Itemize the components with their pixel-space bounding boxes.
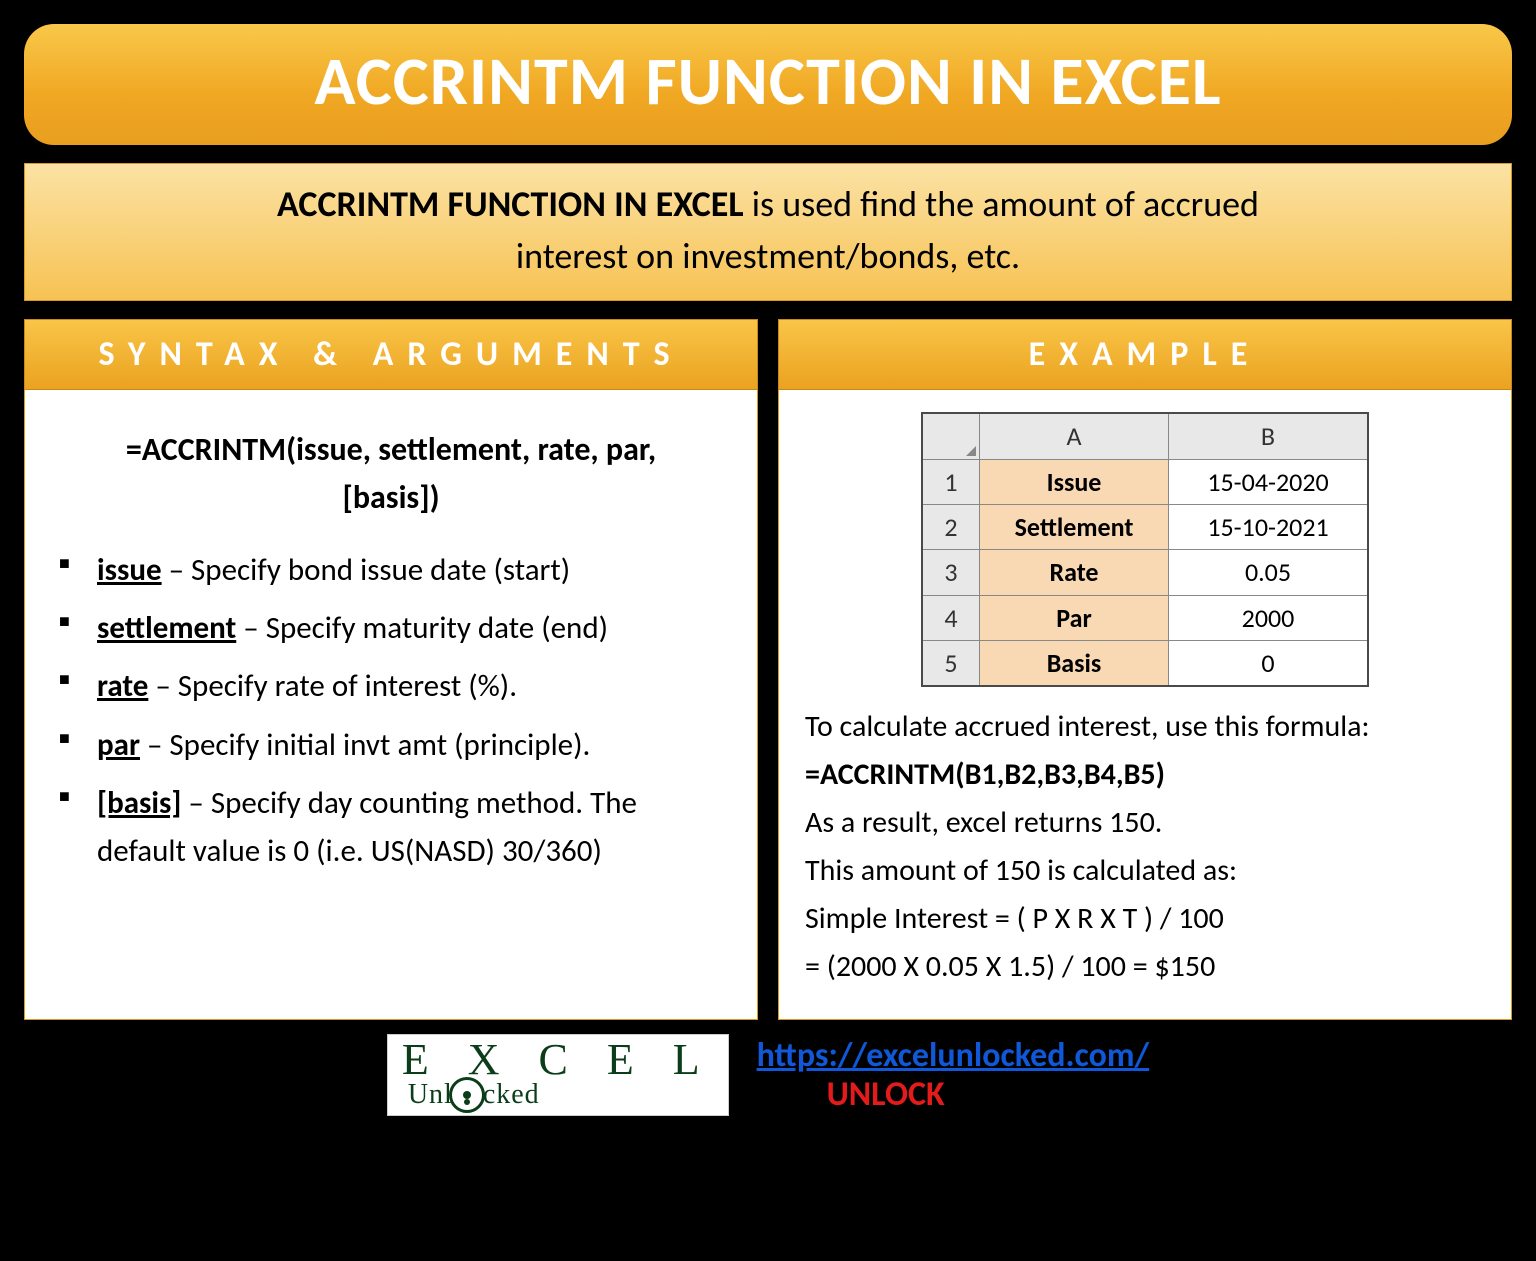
logo-top: E X C E L bbox=[402, 1039, 714, 1081]
col-b-header: B bbox=[1169, 413, 1369, 459]
arg-desc: – Specify maturity date (end) bbox=[236, 609, 608, 647]
footer-right: https://excelunlocked.com/ UNLOCK bbox=[757, 1035, 1150, 1115]
arg-par: par – Specify initial invt amt (principl… bbox=[59, 721, 731, 769]
arg-desc: – Specify bond issue date (start) bbox=[162, 551, 571, 589]
footer-link[interactable]: https://excelunlocked.com/ bbox=[757, 1035, 1150, 1076]
cell-label: Basis bbox=[980, 640, 1169, 686]
arg-rate: rate – Specify rate of interest (%). bbox=[59, 662, 731, 710]
formula-line2: [basis]) bbox=[342, 478, 439, 517]
table-row: 3 Rate 0.05 bbox=[922, 550, 1368, 595]
formula-line1: =ACCRINTM(issue, settlement, rate, par, bbox=[126, 430, 656, 469]
cell-label: Rate bbox=[980, 550, 1169, 595]
arg-basis: [basis] – Specify day counting method. T… bbox=[59, 779, 731, 875]
arguments-list: issue – Specify bond issue date (start) … bbox=[51, 546, 731, 874]
logo-top-pre: E X C bbox=[402, 1039, 582, 1081]
table-row: 4 Par 2000 bbox=[922, 595, 1368, 640]
arg-name: par bbox=[97, 726, 140, 764]
page-title: ACCRINTM FUNCTION IN EXCEL bbox=[24, 24, 1512, 145]
syntax-header: SYNTAX & ARGUMENTS bbox=[24, 319, 758, 390]
cell-label: Settlement bbox=[980, 504, 1169, 549]
table-row: 5 Basis 0 bbox=[922, 640, 1368, 686]
logo-bot-post: cked bbox=[483, 1082, 540, 1109]
infographic-frame: ACCRINTM FUNCTION IN EXCEL ACCRINTM FUNC… bbox=[0, 0, 1536, 1261]
example-p1: To calculate accrued interest, use this … bbox=[805, 703, 1485, 751]
arg-name: settlement bbox=[97, 609, 236, 647]
syntax-column: SYNTAX & ARGUMENTS =ACCRINTM(issue, sett… bbox=[24, 319, 758, 1020]
row-num: 3 bbox=[922, 550, 980, 595]
footer: E X C E L Unl cked https://excelunlocked.… bbox=[18, 1034, 1518, 1116]
example-p2: As a result, excel returns 150. bbox=[805, 799, 1485, 847]
example-p5: = (2000 X 0.05 X 1.5) / 100 = $150 bbox=[805, 943, 1485, 991]
cell-value: 0 bbox=[1169, 640, 1369, 686]
cell-label: Issue bbox=[980, 459, 1169, 504]
col-a-header: A bbox=[980, 413, 1169, 459]
logo: E X C E L Unl cked bbox=[387, 1034, 729, 1116]
syntax-body: =ACCRINTM(issue, settlement, rate, par, … bbox=[24, 390, 758, 1020]
intro-line2: interest on investment/bonds, etc. bbox=[516, 234, 1020, 278]
arg-name: [basis] bbox=[97, 784, 181, 822]
row-num: 2 bbox=[922, 504, 980, 549]
intro-strong: ACCRINTM FUNCTION IN EXCEL bbox=[277, 182, 744, 226]
columns: SYNTAX & ARGUMENTS =ACCRINTM(issue, sett… bbox=[24, 319, 1512, 1020]
syntax-formula: =ACCRINTM(issue, settlement, rate, par, … bbox=[51, 426, 731, 522]
table-header-row: A B bbox=[922, 413, 1368, 459]
example-p3: This amount of 150 is calculated as: bbox=[805, 847, 1485, 895]
cell-value: 15-10-2021 bbox=[1169, 504, 1369, 549]
cell-value: 2000 bbox=[1169, 595, 1369, 640]
arg-name: issue bbox=[97, 551, 162, 589]
logo-bottom: Unl cked bbox=[408, 1077, 540, 1113]
table-row: 2 Settlement 15-10-2021 bbox=[922, 504, 1368, 549]
example-header: EXAMPLE bbox=[778, 319, 1512, 390]
arg-issue: issue – Specify bond issue date (start) bbox=[59, 546, 731, 594]
example-column: EXAMPLE A B 1 Issue 15-04-2020 2 bbox=[778, 319, 1512, 1020]
table-row: 1 Issue 15-04-2020 bbox=[922, 459, 1368, 504]
corner-cell bbox=[922, 413, 980, 459]
example-formula: =ACCRINTM(B1,B2,B3,B4,B5) bbox=[805, 751, 1485, 799]
intro-box: ACCRINTM FUNCTION IN EXCEL is used find … bbox=[24, 163, 1512, 301]
example-text: To calculate accrued interest, use this … bbox=[805, 703, 1485, 991]
logo-top-post: E L bbox=[607, 1039, 714, 1081]
arg-name: rate bbox=[97, 667, 148, 705]
excel-table: A B 1 Issue 15-04-2020 2 Settlement 15-1… bbox=[921, 412, 1369, 687]
row-num: 5 bbox=[922, 640, 980, 686]
row-num: 1 bbox=[922, 459, 980, 504]
cell-value: 15-04-2020 bbox=[1169, 459, 1369, 504]
cell-label: Par bbox=[980, 595, 1169, 640]
arg-desc: – Specify rate of interest (%). bbox=[148, 667, 517, 705]
arg-settlement: settlement – Specify maturity date (end) bbox=[59, 604, 731, 652]
row-num: 4 bbox=[922, 595, 980, 640]
arg-desc: – Specify initial invt amt (principle). bbox=[140, 726, 590, 764]
cell-value: 0.05 bbox=[1169, 550, 1369, 595]
logo-bot-pre: Unl bbox=[408, 1082, 453, 1109]
example-body: A B 1 Issue 15-04-2020 2 Settlement 15-1… bbox=[778, 390, 1512, 1020]
intro-rest1: is used find the amount of accrued bbox=[744, 182, 1259, 226]
keyhole-icon bbox=[449, 1077, 485, 1113]
footer-unlock: UNLOCK bbox=[827, 1074, 1150, 1115]
example-p4: Simple Interest = ( P X R X T ) / 100 bbox=[805, 895, 1485, 943]
